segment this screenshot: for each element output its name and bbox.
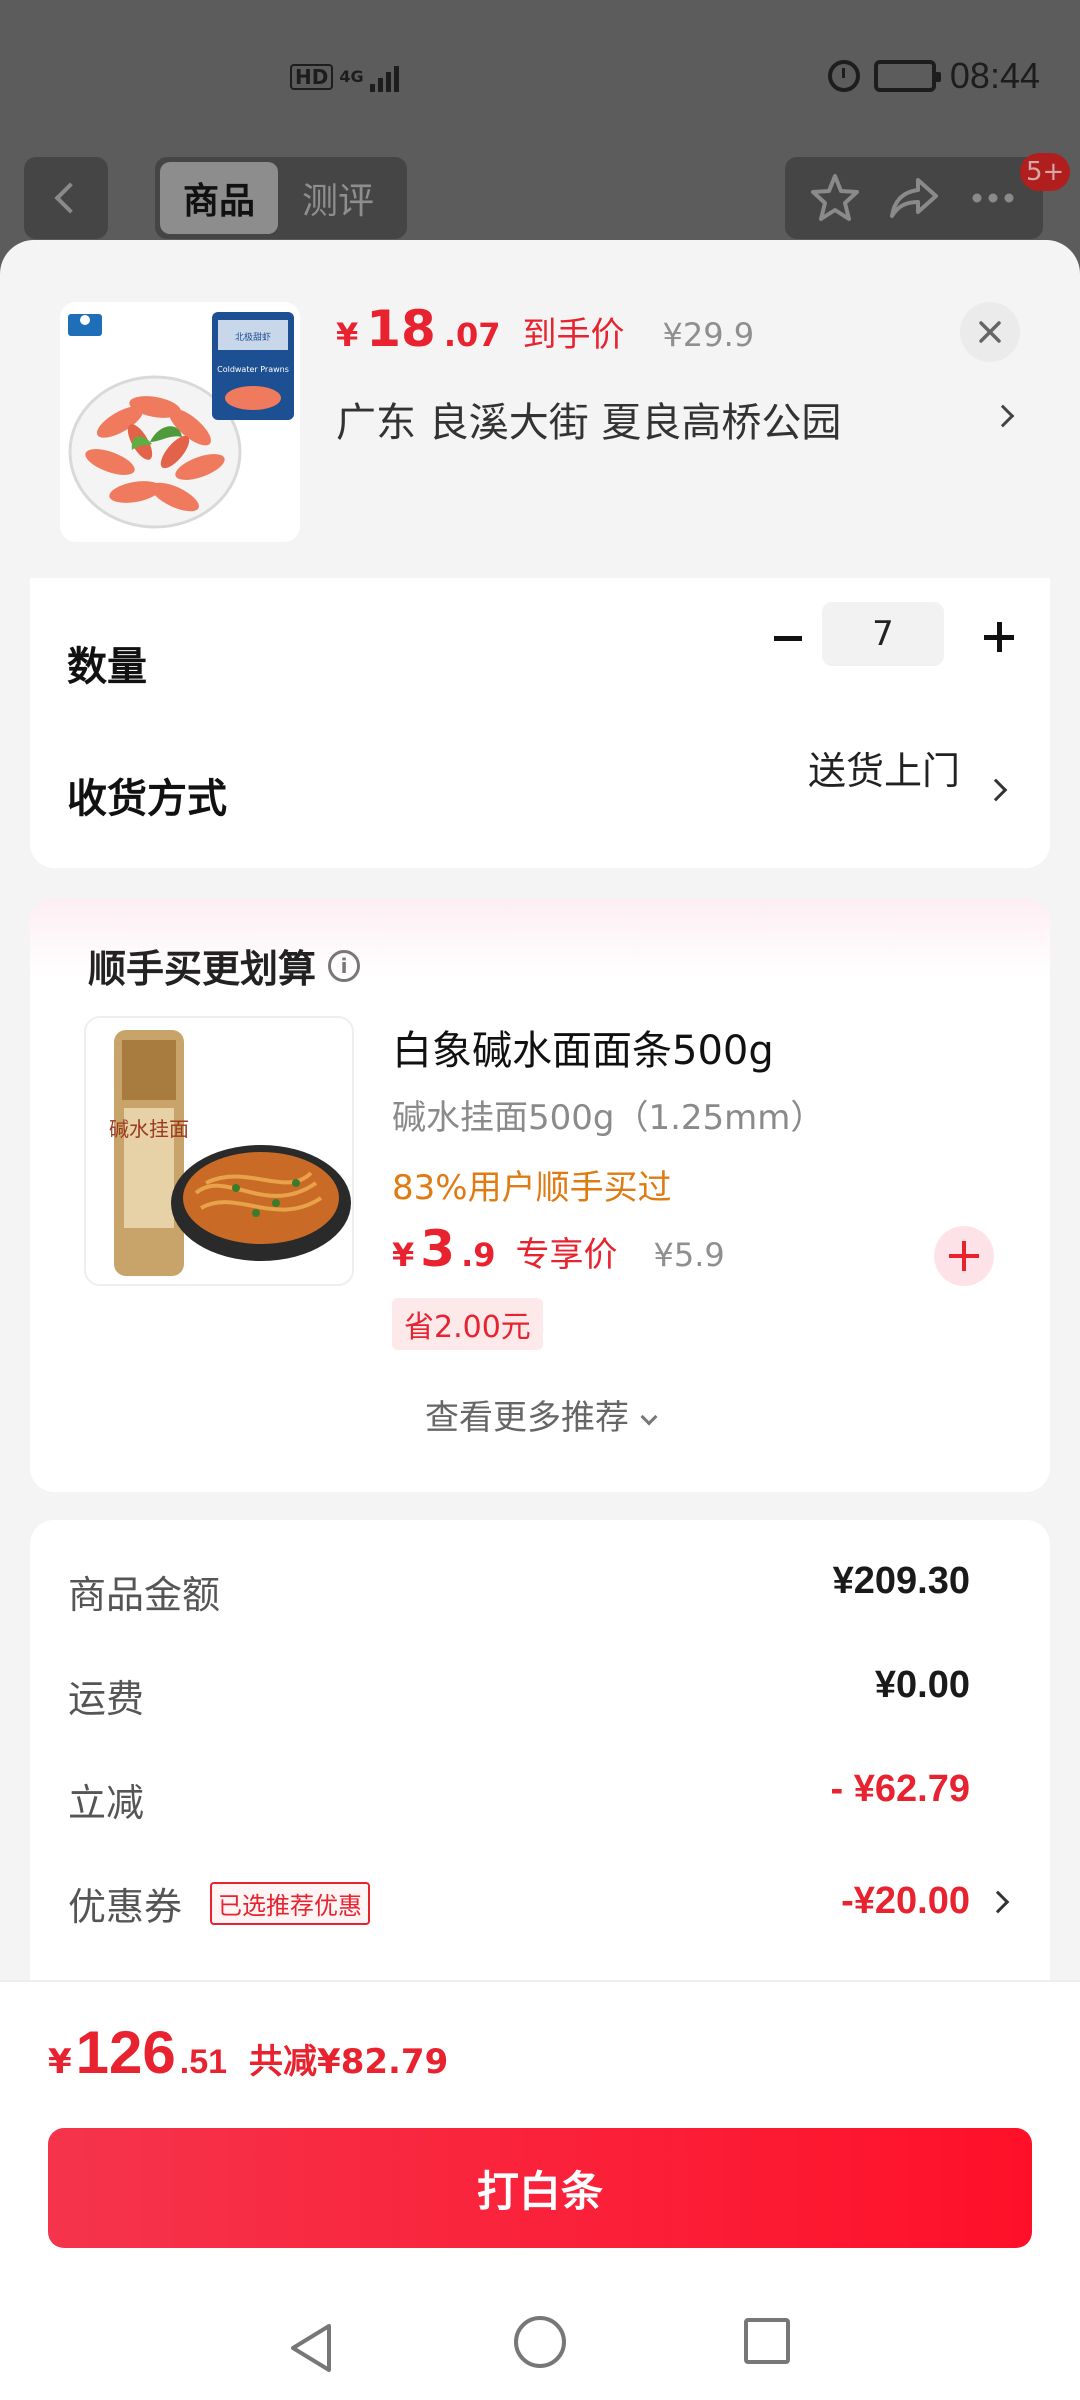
status-left: HD 4G [290, 62, 399, 92]
chevron-right-icon [986, 1890, 1010, 1914]
svg-text:Coldwater Prawns: Coldwater Prawns [217, 365, 289, 374]
system-navigation [0, 2300, 1080, 2400]
social-proof-text: 83%用户顺手买过 [392, 1168, 672, 1208]
total-decimal: .51 [179, 2043, 228, 2081]
summary-label-shipping: 运费 [68, 1677, 145, 1721]
svg-text:北极甜虾: 北极甜虾 [235, 331, 271, 343]
quantity-increase-button[interactable] [970, 610, 1026, 666]
summary-label-discount: 立减 [68, 1781, 145, 1825]
chevron-right-icon [991, 404, 1015, 428]
share-icon[interactable] [886, 170, 942, 226]
product-price: ¥ 18 .07 到手价 ¥29.9 [336, 300, 754, 358]
quantity-stepper[interactable]: 7 [822, 602, 944, 666]
recommended-product-spec: 碱水挂面500g（1.25mm） [392, 1098, 825, 1138]
hd-indicator: HD [290, 64, 334, 90]
top-actions [785, 157, 1043, 239]
price-integer: 18 [366, 300, 436, 358]
home-circle-icon[interactable] [514, 2316, 566, 2368]
total-currency: ¥ [48, 2042, 72, 2082]
back-button[interactable] [24, 157, 108, 239]
chevron-down-icon [640, 1408, 658, 1426]
summary-value-shipping: ¥0.00 [874, 1664, 970, 1706]
coupon-tag: 已选推荐优惠 [210, 1882, 370, 1925]
recommended-product-image[interactable]: 碱水挂面 [84, 1016, 354, 1286]
chevron-right-icon [984, 778, 1008, 802]
star-icon[interactable] [807, 170, 863, 226]
info-icon[interactable]: i [328, 949, 361, 982]
network-type: 4G [339, 67, 364, 86]
status-bar: HD 4G 08:44 [0, 0, 1080, 150]
battery-icon [873, 60, 941, 92]
see-more-recommendations[interactable]: 查看更多推荐 [30, 1390, 1050, 1439]
delivery-address[interactable]: 广东 良溪大街 夏良高桥公园 [336, 390, 841, 448]
recommendation-title-text: 顺手买更划算 [88, 947, 317, 991]
recents-square-icon[interactable] [744, 2318, 790, 2364]
minus-icon [774, 635, 802, 641]
clock: 08:44 [949, 55, 1040, 96]
product-header: 北极甜虾 Coldwater Prawns ¥ 18 .07 到手价 ¥29.9… [0, 240, 1080, 578]
product-image: 北极甜虾 Coldwater Prawns [60, 302, 300, 542]
alarm-icon [827, 60, 860, 92]
see-more-label: 查看更多推荐 [425, 1398, 629, 1438]
summary-value-coupon[interactable]: -¥20.00 [841, 1880, 970, 1923]
back-triangle-icon[interactable] [285, 2320, 337, 2376]
savings-badge: 省2.00元 [392, 1298, 543, 1350]
shrimp-image: 北极甜虾 Coldwater Prawns [60, 302, 300, 542]
delivery-method-value[interactable]: 送货上门 [808, 740, 960, 795]
tab-review[interactable]: 测评 [288, 162, 388, 234]
price-tag: 到手价 [522, 315, 625, 355]
top-tabs: 商品 测评 [155, 157, 407, 239]
summary-label-coupon: 优惠券 [68, 1885, 183, 1929]
chevron-left-icon [54, 182, 86, 214]
total-reduction: 共减¥82.79 [249, 2042, 449, 2082]
summary-value-subtotal: ¥209.30 [832, 1560, 970, 1602]
noodle-image: 碱水挂面 [86, 1018, 352, 1284]
summary-value-discount: - ¥62.79 [830, 1768, 970, 1810]
recommendation-title: 顺手买更划算 i [88, 938, 361, 993]
total-integer: 126 [75, 2019, 176, 2086]
price-integer: 3 [420, 1220, 456, 1278]
price-decimal: .07 [443, 316, 501, 354]
original-price: ¥5.9 [653, 1236, 725, 1274]
recommended-product-price: ¥ 3 .9 专享价 ¥5.9 [392, 1220, 725, 1278]
signal-icon [369, 62, 399, 92]
recommendation-card: 顺手买更划算 i 碱水挂面 白象碱水面面条500g 碱水挂面500g（1.25m… [30, 898, 1050, 1492]
more-icon[interactable] [965, 170, 1021, 226]
add-to-order-button[interactable] [934, 1226, 994, 1286]
price-currency: ¥ [336, 316, 359, 354]
price-tag: 专享价 [515, 1235, 618, 1275]
close-button[interactable] [960, 302, 1020, 362]
price-decimal: .9 [461, 1236, 496, 1274]
total-price: ¥ 126 .51 共减¥82.79 [48, 2018, 448, 2087]
tab-product[interactable]: 商品 [160, 162, 278, 234]
message-badge: 5+ [1020, 153, 1071, 191]
original-price: ¥29.9 [662, 316, 755, 354]
price-currency: ¥ [392, 1236, 415, 1274]
delivery-method-label: 收货方式 [67, 776, 227, 822]
quantity-label: 数量 [67, 644, 147, 690]
quantity-decrease-button[interactable] [760, 610, 816, 666]
close-icon [979, 321, 1001, 343]
recommended-product-name[interactable]: 白象碱水面面条500g [392, 1018, 774, 1076]
svg-text:碱水挂面: 碱水挂面 [109, 1117, 189, 1141]
status-right: 08:44 [827, 55, 1040, 97]
order-options-card: 数量 7 收货方式 送货上门 [30, 578, 1050, 868]
pay-button[interactable]: 打白条 [48, 2128, 1032, 2248]
summary-label-subtotal: 商品金额 [68, 1573, 221, 1617]
